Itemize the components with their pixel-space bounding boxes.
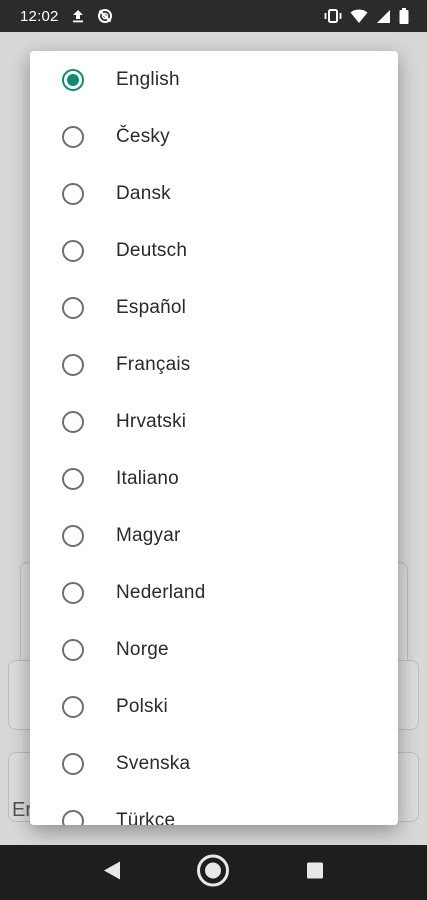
vibrate-icon: [324, 9, 342, 23]
language-label: Hrvatski: [116, 410, 187, 432]
language-label: Español: [116, 296, 187, 318]
radio-button-checked[interactable]: [62, 68, 84, 91]
radio-button[interactable]: [62, 524, 84, 547]
language-label: Nederland: [116, 581, 206, 603]
language-label: Magyar: [116, 524, 181, 546]
language-option[interactable]: Italiano: [30, 450, 398, 507]
battery-icon: [399, 8, 409, 24]
language-label: English: [116, 68, 180, 90]
signal-icon: [376, 9, 391, 24]
no-sync-icon: [97, 8, 113, 24]
language-dialog: English Česky Dansk Deutsch Español Français H…: [30, 51, 398, 825]
status-time: 12:02: [20, 7, 59, 25]
language-option[interactable]: Magyar: [30, 507, 398, 564]
navigation-bar: [0, 845, 427, 900]
language-label: Norge: [116, 638, 169, 660]
language-option[interactable]: Polski: [30, 678, 398, 735]
wifi-icon: [350, 9, 368, 24]
radio-button[interactable]: [62, 809, 84, 825]
language-option[interactable]: Norge: [30, 621, 398, 678]
language-label: Dansk: [116, 182, 171, 204]
radio-button[interactable]: [62, 353, 84, 376]
language-option[interactable]: Español: [30, 279, 398, 336]
radio-button[interactable]: [62, 752, 84, 775]
back-icon[interactable]: [103, 860, 121, 885]
radio-button[interactable]: [62, 638, 84, 661]
upload-icon: [71, 9, 85, 23]
language-option[interactable]: Svenska: [30, 735, 398, 792]
language-option[interactable]: Hrvatski: [30, 393, 398, 450]
language-option[interactable]: Česky: [30, 108, 398, 165]
background-partial-text: Er: [12, 799, 32, 821]
language-option[interactable]: Nederland: [30, 564, 398, 621]
language-label: Türkçe: [116, 809, 176, 826]
radio-button[interactable]: [62, 296, 84, 319]
radio-button[interactable]: [62, 467, 84, 490]
home-icon[interactable]: [196, 853, 230, 892]
language-label: Svenska: [116, 752, 191, 774]
language-label: Français: [116, 353, 191, 375]
language-list: English Česky Dansk Deutsch Español Français H…: [30, 51, 398, 825]
radio-button[interactable]: [62, 125, 84, 148]
language-option[interactable]: Dansk: [30, 165, 398, 222]
radio-button[interactable]: [62, 182, 84, 205]
language-label: Deutsch: [116, 239, 188, 261]
language-label: Italiano: [116, 467, 179, 489]
language-option[interactable]: Deutsch: [30, 222, 398, 279]
status-bar: 12:02: [0, 0, 427, 32]
recents-icon[interactable]: [306, 861, 324, 884]
radio-button[interactable]: [62, 239, 84, 262]
radio-button[interactable]: [62, 581, 84, 604]
language-option[interactable]: Français: [30, 336, 398, 393]
radio-button[interactable]: [62, 695, 84, 718]
radio-button[interactable]: [62, 410, 84, 433]
language-option[interactable]: English: [30, 51, 398, 108]
language-label: Česky: [116, 125, 170, 147]
language-option[interactable]: Türkçe: [30, 792, 398, 825]
language-label: Polski: [116, 695, 168, 717]
